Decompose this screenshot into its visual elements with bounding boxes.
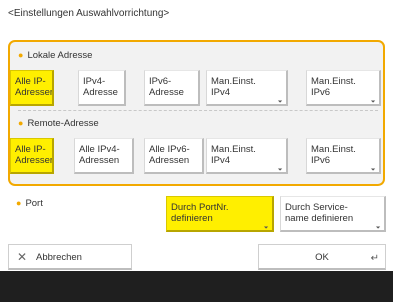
- bottom-bar: [0, 271, 393, 302]
- button-label: Man.Einst. IPv6: [311, 144, 356, 166]
- ok-button[interactable]: OK ↵: [258, 244, 386, 270]
- cancel-button[interactable]: ✕ Abbrechen: [8, 244, 132, 270]
- local-address-label: Lokale Adresse: [27, 50, 93, 61]
- local-manual-ipv6-button[interactable]: Man.Einst. IPv6: [306, 70, 381, 106]
- local-all-ip-button[interactable]: Alle IP- Adressen: [10, 70, 54, 106]
- cancel-label: Abbrechen: [36, 252, 82, 263]
- close-icon: ✕: [17, 250, 28, 264]
- button-label: Alle IP- Adressen: [15, 76, 54, 98]
- local-address-heading: ● Lokale Adresse: [18, 50, 92, 61]
- button-label: Man.Einst. IPv6: [311, 76, 356, 98]
- remote-manual-ipv4-button[interactable]: Man.Einst. IPv4: [206, 138, 288, 174]
- button-label: IPv6- Adresse: [149, 76, 184, 98]
- button-label: Man.Einst. IPv4: [211, 76, 256, 98]
- button-label: Alle IPv4- Adressen: [79, 144, 120, 166]
- port-label: Port: [25, 198, 43, 209]
- remote-manual-ipv6-button[interactable]: Man.Einst. IPv6: [306, 138, 381, 174]
- remote-all-ipv6-button[interactable]: Alle IPv6- Adressen: [144, 138, 204, 174]
- ok-label: OK: [315, 252, 329, 263]
- button-label: Man.Einst. IPv4: [211, 144, 256, 166]
- local-ipv4-button[interactable]: IPv4- Adresse: [78, 70, 126, 106]
- button-label: Alle IPv6- Adressen: [149, 144, 190, 166]
- remote-address-heading: ● Remote-Adresse: [18, 118, 99, 129]
- remote-all-ipv4-button[interactable]: Alle IPv4- Adressen: [74, 138, 134, 174]
- bullet-icon: ●: [18, 118, 24, 128]
- port-by-number-button[interactable]: Durch PortNr. definieren: [166, 196, 274, 232]
- dialog-title: <Einstellungen Auswahlvorrichtung>: [8, 8, 170, 19]
- remote-all-ip-button[interactable]: Alle IP- Adressen: [10, 138, 54, 174]
- port-heading: ● Port: [16, 198, 43, 209]
- section-divider: [18, 110, 378, 111]
- button-label: IPv4- Adresse: [83, 76, 118, 98]
- remote-address-label: Remote-Adresse: [27, 118, 99, 129]
- address-settings-frame: ● Lokale Adresse Alle IP- Adressen IPv4- …: [8, 40, 385, 186]
- local-manual-ipv4-button[interactable]: Man.Einst. IPv4: [206, 70, 288, 106]
- button-label: Alle IP- Adressen: [15, 144, 54, 166]
- button-label: Durch PortNr. definieren: [171, 202, 229, 224]
- enter-icon: ↵: [370, 253, 379, 264]
- port-by-service-button[interactable]: Durch Service- name definieren: [280, 196, 386, 232]
- local-ipv6-button[interactable]: IPv6- Adresse: [144, 70, 200, 106]
- bullet-icon: ●: [16, 198, 22, 208]
- button-label: Durch Service- name definieren: [285, 202, 354, 224]
- bullet-icon: ●: [18, 50, 24, 60]
